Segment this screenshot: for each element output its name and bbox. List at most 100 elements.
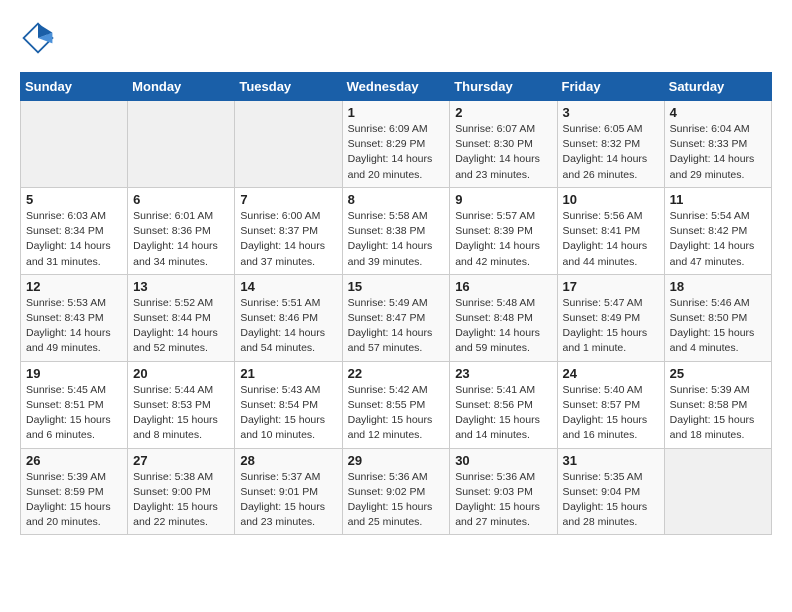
header-tuesday: Tuesday (235, 73, 342, 101)
calendar-table: SundayMondayTuesdayWednesdayThursdayFrid… (20, 72, 772, 535)
day-number: 15 (348, 279, 445, 294)
calendar-cell: 16 Sunrise: 5:48 AM Sunset: 8:48 PM Dayli… (450, 274, 557, 361)
calendar-cell: 26 Sunrise: 5:39 AM Sunset: 8:59 PM Dayli… (21, 448, 128, 535)
header-friday: Friday (557, 73, 664, 101)
day-number: 19 (26, 366, 122, 381)
day-number: 5 (26, 192, 122, 207)
day-detail: Sunrise: 5:48 AM Sunset: 8:48 PM Dayligh… (455, 296, 551, 357)
calendar-cell: 13Sunrise: 5:52 AM Sunset: 8:44 PM Dayli… (128, 274, 235, 361)
day-number: 1 (348, 105, 445, 120)
page-header (20, 20, 772, 56)
header-monday: Monday (128, 73, 235, 101)
calendar-cell: 14 Sunrise: 5:51 AM Sunset: 8:46 PM Dayli… (235, 274, 342, 361)
week-row-5: 26 Sunrise: 5:39 AM Sunset: 8:59 PM Dayli… (21, 448, 772, 535)
calendar-cell: 11Sunrise: 5:54 AM Sunset: 8:42 PM Dayli… (664, 187, 771, 274)
calendar-cell: 10 Sunrise: 5:56 AM Sunset: 8:41 PM Dayli… (557, 187, 664, 274)
day-number: 31 (563, 453, 659, 468)
day-number: 28 (240, 453, 336, 468)
calendar-cell: 17 Sunrise: 5:47 AM Sunset: 8:49 PM Dayli… (557, 274, 664, 361)
calendar-cell: 3 Sunrise: 6:05 AM Sunset: 8:32 PM Daylig… (557, 101, 664, 188)
day-detail: Sunrise: 5:53 AM Sunset: 8:43 PM Dayligh… (26, 296, 122, 357)
calendar-cell: 20 Sunrise: 5:44 AM Sunset: 8:53 PM Dayli… (128, 361, 235, 448)
day-detail: Sunrise: 6:01 AM Sunset: 8:36 PM Dayligh… (133, 209, 229, 270)
day-number: 27 (133, 453, 229, 468)
day-number: 26 (26, 453, 122, 468)
calendar-body: 1 Sunrise: 6:09 AM Sunset: 8:29 PM Daylig… (21, 101, 772, 535)
day-number: 3 (563, 105, 659, 120)
week-row-4: 19 Sunrise: 5:45 AM Sunset: 8:51 PM Dayli… (21, 361, 772, 448)
day-detail: Sunrise: 5:47 AM Sunset: 8:49 PM Dayligh… (563, 296, 659, 357)
calendar-cell: 18 Sunrise: 5:46 AM Sunset: 8:50 PM Dayli… (664, 274, 771, 361)
day-detail: Sunrise: 6:09 AM Sunset: 8:29 PM Dayligh… (348, 122, 445, 183)
day-detail: Sunrise: 5:38 AM Sunset: 9:00 PM Dayligh… (133, 470, 229, 531)
calendar-cell (128, 101, 235, 188)
day-detail: Sunrise: 6:07 AM Sunset: 8:30 PM Dayligh… (455, 122, 551, 183)
day-detail: Sunrise: 5:36 AM Sunset: 9:02 PM Dayligh… (348, 470, 445, 531)
day-detail: Sunrise: 5:36 AM Sunset: 9:03 PM Dayligh… (455, 470, 551, 531)
header-row: SundayMondayTuesdayWednesdayThursdayFrid… (21, 73, 772, 101)
day-number: 14 (240, 279, 336, 294)
day-detail: Sunrise: 5:42 AM Sunset: 8:55 PM Dayligh… (348, 383, 445, 444)
calendar-cell: 2 Sunrise: 6:07 AM Sunset: 8:30 PM Daylig… (450, 101, 557, 188)
header-wednesday: Wednesday (342, 73, 450, 101)
day-number: 9 (455, 192, 551, 207)
calendar-header: SundayMondayTuesdayWednesdayThursdayFrid… (21, 73, 772, 101)
calendar-cell (664, 448, 771, 535)
day-detail: Sunrise: 5:46 AM Sunset: 8:50 PM Dayligh… (670, 296, 766, 357)
day-detail: Sunrise: 5:43 AM Sunset: 8:54 PM Dayligh… (240, 383, 336, 444)
day-detail: Sunrise: 6:03 AM Sunset: 8:34 PM Dayligh… (26, 209, 122, 270)
day-detail: Sunrise: 5:58 AM Sunset: 8:38 PM Dayligh… (348, 209, 445, 270)
day-number: 12 (26, 279, 122, 294)
day-number: 13 (133, 279, 229, 294)
day-detail: Sunrise: 5:51 AM Sunset: 8:46 PM Dayligh… (240, 296, 336, 357)
calendar-cell: 1 Sunrise: 6:09 AM Sunset: 8:29 PM Daylig… (342, 101, 450, 188)
day-detail: Sunrise: 5:49 AM Sunset: 8:47 PM Dayligh… (348, 296, 445, 357)
calendar-cell: 4 Sunrise: 6:04 AM Sunset: 8:33 PM Daylig… (664, 101, 771, 188)
day-detail: Sunrise: 6:04 AM Sunset: 8:33 PM Dayligh… (670, 122, 766, 183)
day-number: 30 (455, 453, 551, 468)
calendar-cell: 8 Sunrise: 5:58 AM Sunset: 8:38 PM Daylig… (342, 187, 450, 274)
day-detail: Sunrise: 5:35 AM Sunset: 9:04 PM Dayligh… (563, 470, 659, 531)
header-sunday: Sunday (21, 73, 128, 101)
calendar-cell: 23 Sunrise: 5:41 AM Sunset: 8:56 PM Dayli… (450, 361, 557, 448)
day-detail: Sunrise: 6:05 AM Sunset: 8:32 PM Dayligh… (563, 122, 659, 183)
header-thursday: Thursday (450, 73, 557, 101)
day-number: 29 (348, 453, 445, 468)
day-detail: Sunrise: 5:57 AM Sunset: 8:39 PM Dayligh… (455, 209, 551, 270)
calendar-cell: 27 Sunrise: 5:38 AM Sunset: 9:00 PM Dayli… (128, 448, 235, 535)
calendar-cell: 15 Sunrise: 5:49 AM Sunset: 8:47 PM Dayli… (342, 274, 450, 361)
day-number: 11 (670, 192, 766, 207)
calendar-cell: 19 Sunrise: 5:45 AM Sunset: 8:51 PM Dayli… (21, 361, 128, 448)
day-number: 23 (455, 366, 551, 381)
day-detail: Sunrise: 5:40 AM Sunset: 8:57 PM Dayligh… (563, 383, 659, 444)
day-number: 4 (670, 105, 766, 120)
day-detail: Sunrise: 5:37 AM Sunset: 9:01 PM Dayligh… (240, 470, 336, 531)
calendar-cell: 9 Sunrise: 5:57 AM Sunset: 8:39 PM Daylig… (450, 187, 557, 274)
week-row-3: 12 Sunrise: 5:53 AM Sunset: 8:43 PM Dayli… (21, 274, 772, 361)
calendar-cell: 29 Sunrise: 5:36 AM Sunset: 9:02 PM Dayli… (342, 448, 450, 535)
day-number: 18 (670, 279, 766, 294)
calendar-cell: 21 Sunrise: 5:43 AM Sunset: 8:54 PM Dayli… (235, 361, 342, 448)
calendar-cell: 5 Sunrise: 6:03 AM Sunset: 8:34 PM Daylig… (21, 187, 128, 274)
header-saturday: Saturday (664, 73, 771, 101)
day-number: 24 (563, 366, 659, 381)
day-number: 20 (133, 366, 229, 381)
calendar-cell: 12 Sunrise: 5:53 AM Sunset: 8:43 PM Dayli… (21, 274, 128, 361)
day-detail: Sunrise: 5:56 AM Sunset: 8:41 PM Dayligh… (563, 209, 659, 270)
day-number: 17 (563, 279, 659, 294)
day-number: 2 (455, 105, 551, 120)
day-number: 6 (133, 192, 229, 207)
day-number: 10 (563, 192, 659, 207)
day-number: 21 (240, 366, 336, 381)
calendar-cell: 25Sunrise: 5:39 AM Sunset: 8:58 PM Dayli… (664, 361, 771, 448)
day-detail: Sunrise: 5:39 AM Sunset: 8:59 PM Dayligh… (26, 470, 122, 531)
logo (20, 20, 62, 56)
day-number: 8 (348, 192, 445, 207)
day-detail: Sunrise: 5:41 AM Sunset: 8:56 PM Dayligh… (455, 383, 551, 444)
day-detail: Sunrise: 5:44 AM Sunset: 8:53 PM Dayligh… (133, 383, 229, 444)
day-detail: Sunrise: 6:00 AM Sunset: 8:37 PM Dayligh… (240, 209, 336, 270)
calendar-cell: 6 Sunrise: 6:01 AM Sunset: 8:36 PM Daylig… (128, 187, 235, 274)
week-row-2: 5 Sunrise: 6:03 AM Sunset: 8:34 PM Daylig… (21, 187, 772, 274)
day-number: 16 (455, 279, 551, 294)
day-detail: Sunrise: 5:45 AM Sunset: 8:51 PM Dayligh… (26, 383, 122, 444)
